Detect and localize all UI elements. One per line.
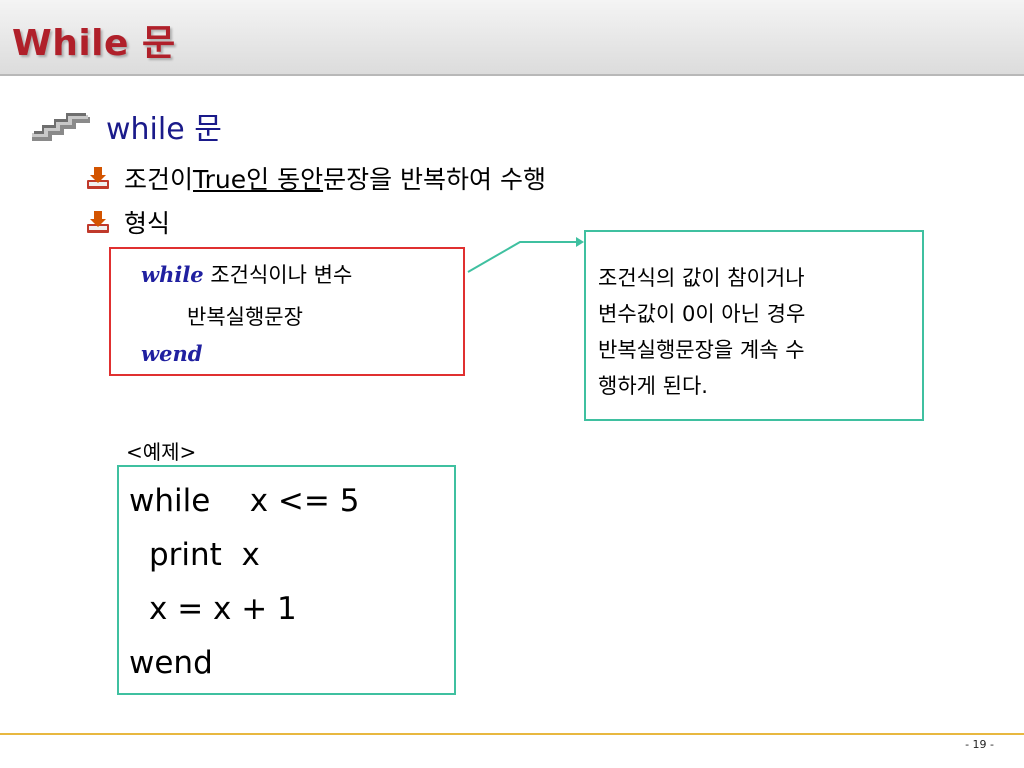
bullet-text: while 문 [106,112,222,147]
code-example-box: while x <= 5 print x x = x + 1 wend [117,465,456,695]
sub-text-after: 문장을 반복하여 수행 [323,165,546,194]
footer-line [0,733,1024,735]
code-line: while x <= 5 [129,483,360,519]
page-number: - 19 - [965,738,994,751]
note-box: 조건식의 값이 참이거나 변수값이 0이 아닌 경우 반복실행문장을 계속 수 … [584,230,924,421]
code-line: wend [129,645,213,681]
sub-bullet-format: 형식 [84,204,170,240]
main-bullet: while 문 [30,104,222,148]
sub-text-underlined: True인 동안 [193,165,324,194]
sub-bullet-condition: 조건이 True인 동안 문장을 반복하여 수행 [84,160,546,196]
download-arrow-icon [87,211,109,233]
keyword-wend: wend [141,341,203,366]
syntax-condition: 조건식이나 변수 [203,263,353,287]
syntax-line-3: wend [141,341,202,366]
note-line: 변수값이 0이 아닌 경우 [598,302,806,326]
syntax-box: while 조건식이나 변수 반복실행문장 wend [109,247,465,376]
code-line: x = x + 1 [149,591,297,627]
example-label: <예제> [126,440,197,464]
syntax-line-1: while 조건식이나 변수 [141,259,352,289]
sub-text-before: 조건이 [124,165,194,194]
slide-title: While 문 [12,23,176,64]
title-bar: While 문 [0,0,1024,76]
note-line: 조건식의 값이 참이거나 [598,266,805,290]
keyword-while: while [141,262,204,287]
code-line: print x [149,537,260,573]
sub-text-format: 형식 [124,209,171,238]
download-arrow-icon [87,167,109,189]
stair-arrow-icon [32,113,90,141]
note-line: 행하게 된다. [598,374,708,398]
note-line: 반복실행문장을 계속 수 [598,338,805,362]
syntax-line-2: 반복실행문장 [187,305,303,329]
connector-arrow [467,237,584,273]
